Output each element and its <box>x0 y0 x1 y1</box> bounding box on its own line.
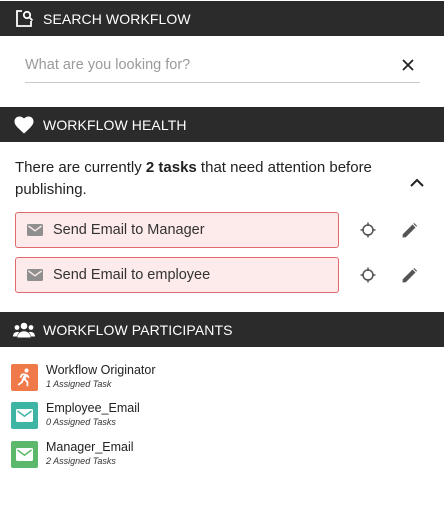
participant-manager-email[interactable]: Manager_Email 2 Assigned Tasks <box>11 440 311 469</box>
runner-icon <box>11 364 38 391</box>
search-document-icon <box>13 8 35 30</box>
search-input[interactable] <box>25 48 385 82</box>
mail-icon <box>11 441 38 468</box>
task-label: Send Email to employee <box>53 267 211 283</box>
participant-employee-email[interactable]: Employee_Email 0 Assigned Tasks <box>11 401 311 430</box>
task-item-send-email-manager[interactable]: Send Email to Manager <box>15 212 339 248</box>
workflow-participants-title: WORKFLOW PARTICIPANTS <box>43 321 233 338</box>
crosshair-icon[interactable] <box>358 220 378 240</box>
pencil-icon[interactable] <box>399 220 419 240</box>
participant-name: Employee_Email <box>46 401 140 415</box>
search-workflow-header: SEARCH WORKFLOW <box>0 1 444 36</box>
heart-icon <box>13 114 35 136</box>
participant-task-count: 0 Assigned Tasks <box>46 417 116 427</box>
participant-name: Workflow Originator <box>46 363 156 377</box>
crosshair-icon[interactable] <box>358 265 378 285</box>
mail-icon <box>27 224 43 236</box>
search-workflow-title: SEARCH WORKFLOW <box>43 10 191 27</box>
pencil-icon[interactable] <box>399 265 419 285</box>
people-icon <box>13 319 35 341</box>
participant-name: Manager_Email <box>46 440 134 454</box>
task-label: Send Email to Manager <box>53 222 205 238</box>
task-item-send-email-employee[interactable]: Send Email to employee <box>15 257 339 293</box>
health-message-prefix: There are currently <box>15 159 146 176</box>
health-message: There are currently 2 tasks that need at… <box>15 157 375 201</box>
participant-workflow-originator[interactable]: Workflow Originator 1 Assigned Task <box>11 363 311 392</box>
workflow-participants-header: WORKFLOW PARTICIPANTS <box>0 312 444 347</box>
chevron-up-icon[interactable] <box>407 172 427 192</box>
health-task-count: 2 tasks <box>145 159 197 176</box>
participant-task-count: 1 Assigned Task <box>46 379 112 389</box>
task-row: Send Email to Manager <box>15 212 430 248</box>
mail-icon <box>11 402 38 429</box>
workflow-health-title: WORKFLOW HEALTH <box>43 116 187 133</box>
task-row: Send Email to employee <box>15 257 430 293</box>
participant-task-count: 2 Assigned Tasks <box>46 456 116 466</box>
close-icon[interactable] <box>399 56 417 74</box>
workflow-health-header: WORKFLOW HEALTH <box>0 107 444 142</box>
mail-icon <box>27 269 43 281</box>
search-field <box>25 48 420 83</box>
